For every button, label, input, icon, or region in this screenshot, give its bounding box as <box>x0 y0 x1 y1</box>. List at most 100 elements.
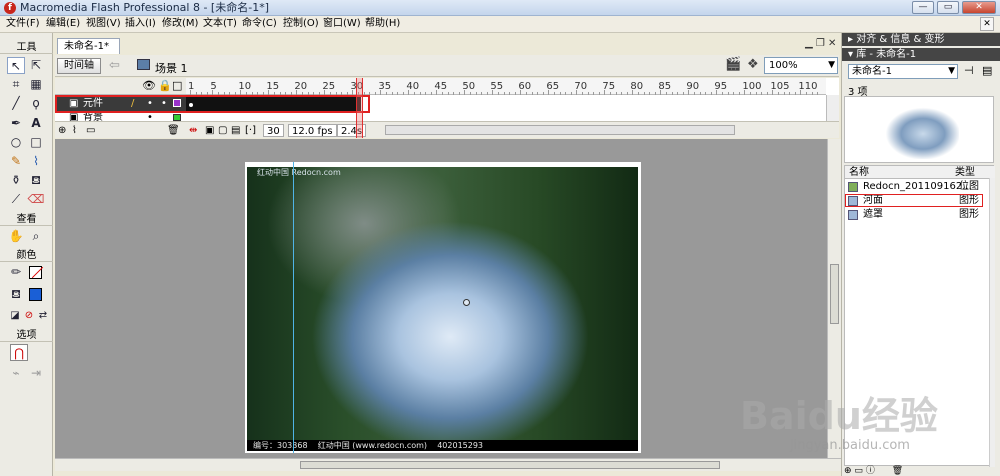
fill-transform-icon[interactable]: ▦ <box>27 76 45 93</box>
eye-icon[interactable]: 👁 <box>142 79 156 92</box>
menu-help[interactable]: 帮助(H) <box>365 18 400 30</box>
eyedropper-icon[interactable]: ⟋ <box>7 191 25 208</box>
line-icon[interactable]: ╱ <box>7 95 25 112</box>
menu-text[interactable]: 文本(T) <box>203 18 237 30</box>
frame-tick <box>604 90 606 95</box>
onion-markers-icon[interactable]: [·] <box>245 124 256 137</box>
delete-icon[interactable]: 🗑 <box>892 466 903 476</box>
properties-icon[interactable]: ⓘ <box>866 466 875 476</box>
menu-file[interactable]: 文件(F) <box>6 18 40 30</box>
timeline-vscroll[interactable] <box>826 95 839 121</box>
menu-edit[interactable]: 编辑(E) <box>46 18 80 30</box>
library-vscroll[interactable] <box>989 178 995 467</box>
layer-color-swatch[interactable] <box>173 114 181 121</box>
stage[interactable]: 红动中国 Redocn.com 编号：303368 红动中国 (www.redo… <box>245 162 641 453</box>
stroke-color-icon[interactable]: ✏ <box>7 264 25 281</box>
stage-vscroll-thumb[interactable] <box>830 264 839 324</box>
lock-icon[interactable]: 🔒 <box>158 79 172 92</box>
waterfall-bitmap[interactable]: 红动中国 Redocn.com <box>247 167 638 450</box>
pin-library-icon[interactable]: ⊣ <box>964 64 974 77</box>
pen-icon[interactable]: ✒ <box>7 115 25 132</box>
layer-row-background[interactable]: ▣ 背景 • <box>55 113 186 121</box>
menu-view[interactable]: 视图(V) <box>86 18 121 30</box>
document-tab[interactable]: 未命名-1* <box>57 38 120 54</box>
stage-hscroll[interactable] <box>55 458 841 471</box>
smooth-icon[interactable]: ⌁ <box>7 365 25 382</box>
align-info-transform-header[interactable]: ▸ 对齐 & 信息 & 变形 <box>842 33 1000 46</box>
frame-tick <box>442 92 443 95</box>
library-item[interactable]: 遮罩 图形 <box>845 208 995 222</box>
new-folder-icon[interactable]: ▭ <box>854 466 863 476</box>
photo-watermark-top: 红动中国 Redocn.com <box>257 168 341 177</box>
doc-minimize-icon[interactable]: ▁ <box>805 38 813 49</box>
guide-line[interactable] <box>293 162 294 453</box>
library-item[interactable]: Redocn_201109162... 位图 <box>845 180 995 194</box>
close-window-button[interactable]: ✕ <box>962 1 996 14</box>
delete-layer-icon[interactable]: 🗑 <box>167 124 180 137</box>
new-library-panel-icon[interactable]: ▤ <box>982 64 992 77</box>
hand-icon[interactable]: ✋ <box>7 228 25 245</box>
lasso-icon[interactable]: ϙ <box>27 95 45 112</box>
subselect-icon[interactable]: ⇱ <box>27 57 45 74</box>
timeline-hscroll[interactable] <box>385 125 735 135</box>
timeline-toggle-button[interactable]: 时间轴 <box>57 58 101 74</box>
frame-ruler[interactable]: 1 5 10 15 20 25 30 35 40 45 50 55 60 65 70 75 80 85 90 95 10… <box>186 78 826 95</box>
straighten-icon[interactable]: ⇥ <box>27 365 45 382</box>
library-document-select[interactable]: 未命名-1 ▼ <box>848 64 958 79</box>
ink-bottle-icon[interactable]: ⚱ <box>7 172 25 189</box>
col-name[interactable]: 名称 <box>849 166 869 179</box>
menu-commands[interactable]: 命令(C) <box>242 18 277 30</box>
pencil-icon[interactable]: ✎ <box>7 153 25 170</box>
scene-label[interactable]: 场景 1 <box>155 60 188 76</box>
outline-icon[interactable]: □ <box>172 79 182 92</box>
frame-rate[interactable]: 12.0 fps <box>288 124 337 137</box>
fill-color-icon[interactable]: ⛾ <box>7 286 25 303</box>
snap-magnet-icon[interactable]: ⋂ <box>10 344 28 361</box>
text-icon[interactable]: A <box>27 115 45 132</box>
arrow-icon[interactable]: ↖ <box>7 57 25 74</box>
col-type[interactable]: 类型 <box>955 166 975 179</box>
fill-color-swatch[interactable] <box>29 288 42 301</box>
eraser-icon[interactable]: ⌫ <box>27 191 45 208</box>
stage-hscroll-thumb[interactable] <box>300 461 720 469</box>
menu-window[interactable]: 窗口(W) <box>323 18 361 30</box>
insert-folder-icon[interactable]: ▭ <box>86 124 95 137</box>
minimize-button[interactable]: — <box>912 1 934 14</box>
document-window-controls: ▁ ❐ ✕ <box>805 38 836 49</box>
paint-bucket-icon[interactable]: ⛾ <box>27 172 45 189</box>
zoom-select[interactable]: 100% ▼ <box>764 57 838 74</box>
back-arrow-icon[interactable]: ⇦ <box>109 58 120 73</box>
edit-multiple-icon[interactable]: ▤ <box>231 124 240 137</box>
library-header[interactable]: ▾ 库 - 未命名-1 <box>842 48 1000 61</box>
menu-insert[interactable]: 插入(I) <box>125 18 156 30</box>
new-symbol-icon[interactable]: ⊕ <box>844 466 852 476</box>
brush-icon[interactable]: ⌇ <box>27 153 45 170</box>
menu-control[interactable]: 控制(O) <box>283 18 319 30</box>
rectangle-icon[interactable]: □ <box>27 134 45 151</box>
center-frame-icon[interactable]: ⇹ <box>189 124 197 137</box>
motion-guide-icon[interactable]: ⌇ <box>72 124 77 137</box>
visible-dot[interactable]: • <box>147 113 153 121</box>
onion-skin-icon[interactable]: ▣ <box>205 124 214 137</box>
swap-colors-icon[interactable]: ⇄ <box>34 307 52 324</box>
oval-icon[interactable]: ○ <box>7 134 25 151</box>
stroke-color-swatch[interactable] <box>29 266 44 279</box>
options-header: 选项 <box>0 329 53 342</box>
document-close-button[interactable]: ✕ <box>980 17 994 31</box>
doc-restore-icon[interactable]: ❐ <box>816 38 825 49</box>
menu-modify[interactable]: 修改(M) <box>162 18 198 30</box>
doc-close-icon[interactable]: ✕ <box>828 38 836 49</box>
edit-symbols-icon[interactable]: ❖ <box>747 57 763 73</box>
onion-outline-icon[interactable]: ▢ <box>218 124 227 137</box>
playhead[interactable] <box>356 78 363 138</box>
flash-app-icon: f <box>4 2 16 14</box>
registration-point-icon[interactable] <box>463 299 470 306</box>
frame-tick <box>414 92 415 95</box>
zoom-icon[interactable]: ⌕ <box>27 228 45 245</box>
frame-tick <box>380 90 382 95</box>
free-transform-icon[interactable]: ⌗ <box>7 76 25 93</box>
maximize-button[interactable]: ▭ <box>937 1 959 14</box>
frame-tick <box>727 92 729 95</box>
edit-scene-icon[interactable]: 🎬 <box>725 57 741 73</box>
insert-layer-icon[interactable]: ⊕ <box>58 124 66 137</box>
